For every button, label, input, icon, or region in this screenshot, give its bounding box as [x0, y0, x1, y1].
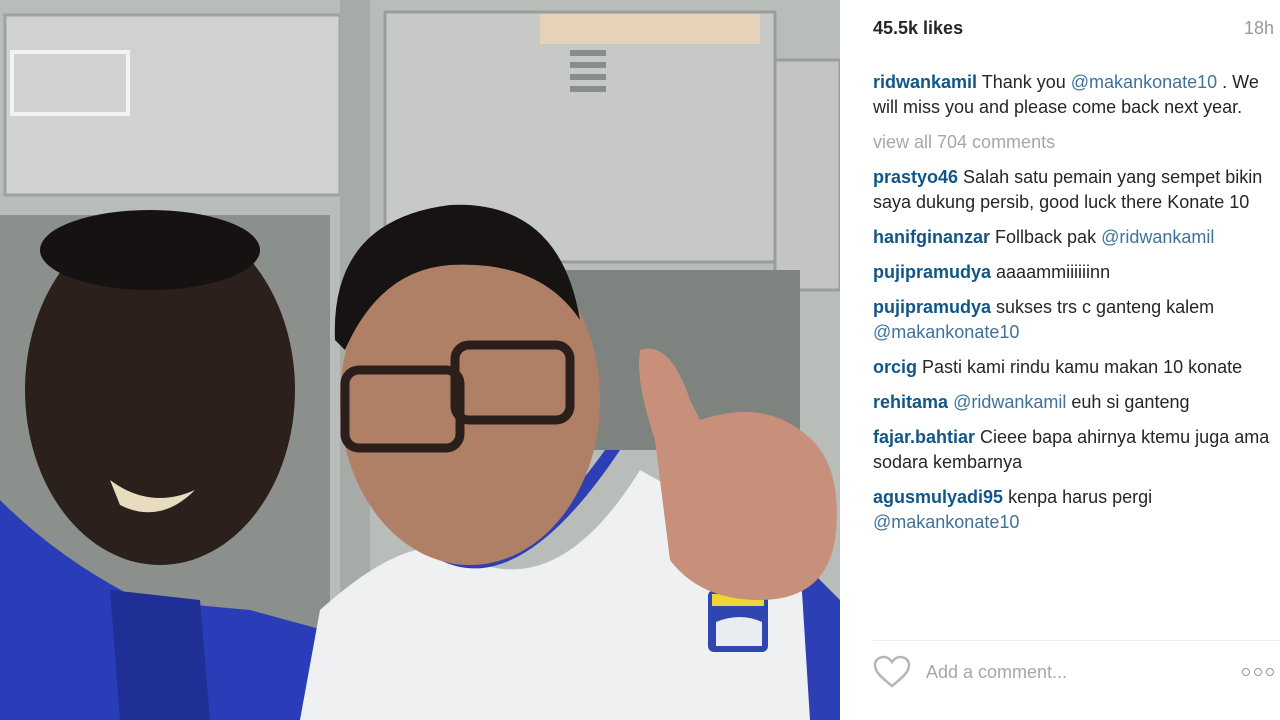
comment-username[interactable]: hanifginanzar [873, 227, 990, 247]
caption-text: Thank you [977, 72, 1071, 92]
comment-text: Pasti kami rindu kamu makan 10 konate [917, 357, 1243, 377]
heart-icon[interactable] [873, 655, 911, 689]
caption-mention[interactable]: @makankonate10 [1071, 72, 1217, 92]
dot-icon [1254, 668, 1262, 676]
comment-item: hanifginanzar Follback pak @ridwankamil [873, 225, 1273, 250]
divider [873, 640, 1280, 641]
comment-username[interactable]: prastyo46 [873, 167, 958, 187]
dot-icon [1242, 668, 1250, 676]
post-time[interactable]: 18h [1244, 18, 1274, 39]
comment-text: Follback pak [990, 227, 1102, 247]
comment-item: pujipramudya sukses trs c ganteng kalem … [873, 295, 1273, 345]
more-options-icon[interactable] [1240, 662, 1276, 682]
comment-text: kenpa harus pergi [1003, 487, 1153, 507]
comment-username[interactable]: pujipramudya [873, 297, 991, 317]
post-sidebar: 45.5k likes 18h ridwankamil Thank you @m… [840, 0, 1280, 720]
comment-username[interactable]: pujipramudya [873, 262, 991, 282]
comment-mention[interactable]: @ridwankamil [953, 392, 1066, 412]
comment-text: aaaammiiiiiinn [991, 262, 1111, 282]
comment-text: sukses trs c ganteng kalem [991, 297, 1215, 317]
comment-username[interactable]: fajar.bahtiar [873, 427, 975, 447]
comment-mention[interactable]: @makankonate10 [873, 322, 1019, 342]
comment-item: pujipramudya aaaammiiiiiinn [873, 260, 1273, 285]
comment-text-end: euh si ganteng [1066, 392, 1190, 412]
comment-item: fajar.bahtiar Cieee bapa ahirnya ktemu j… [873, 425, 1273, 475]
comment-item: prastyo46 Salah satu pemain yang sempet … [873, 165, 1273, 215]
comment-mention[interactable]: @makankonate10 [873, 512, 1019, 532]
comment-username[interactable]: rehitama [873, 392, 948, 412]
comment-username[interactable]: agusmulyadi95 [873, 487, 1003, 507]
caption: ridwankamil Thank you @makankonate10 . W… [873, 70, 1273, 120]
selfie-image [0, 0, 840, 720]
comment-item: orcig Pasti kami rindu kamu makan 10 kon… [873, 355, 1273, 380]
comment-item: agusmulyadi95 kenpa harus pergi @makanko… [873, 485, 1273, 535]
view-all-comments-link[interactable]: view all 704 comments [873, 130, 1273, 155]
post-photo [0, 0, 840, 720]
add-comment-input[interactable] [926, 658, 1226, 686]
comment-username[interactable]: orcig [873, 357, 917, 377]
comment-mention[interactable]: @ridwankamil [1101, 227, 1214, 247]
caption-username[interactable]: ridwankamil [873, 72, 977, 92]
comments-list: ridwankamil Thank you @makankonate10 . W… [873, 70, 1273, 622]
likes-count[interactable]: 45.5k likes [873, 18, 963, 39]
dot-icon [1266, 668, 1274, 676]
comment-item: rehitama @ridwankamil euh si ganteng [873, 390, 1273, 415]
